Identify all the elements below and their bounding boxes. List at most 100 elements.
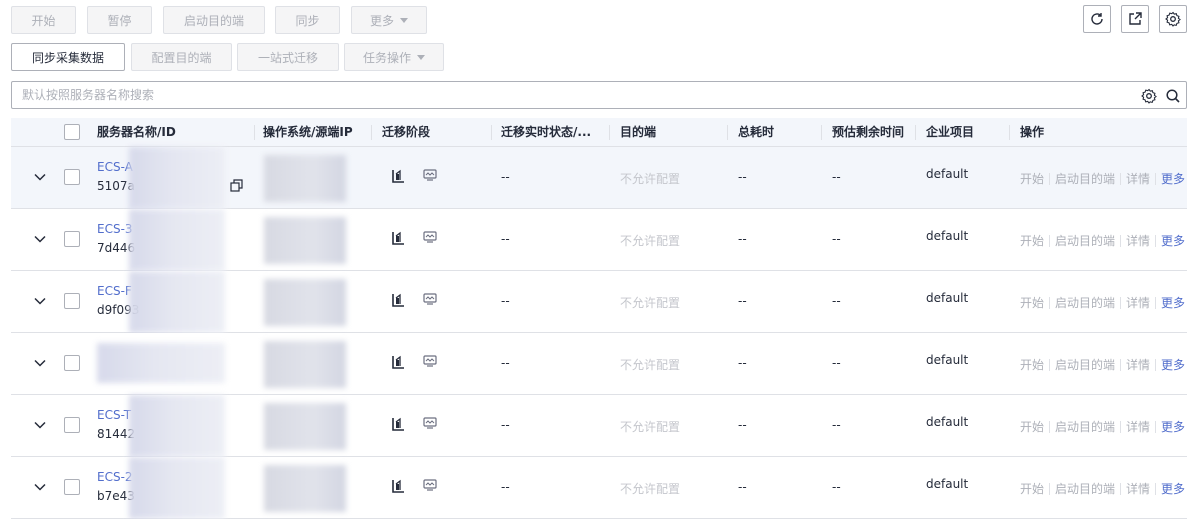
row-launch-target-link[interactable]: 启动目的端: [1055, 356, 1115, 373]
row-detail-link[interactable]: 详情: [1126, 170, 1150, 187]
row-detail-link[interactable]: 详情: [1126, 356, 1150, 373]
more-dropdown[interactable]: 更多: [351, 6, 427, 34]
row-more-link[interactable]: 更多: [1161, 480, 1185, 497]
server-name-link[interactable]: ECS-T: [97, 408, 131, 422]
search-button[interactable]: [1164, 87, 1182, 105]
sync-collect-data-button[interactable]: 同步采集数据: [11, 43, 125, 71]
col-header-action: 操作: [1020, 125, 1045, 139]
migration-status: --: [501, 480, 510, 494]
row-start-link[interactable]: 开始: [1020, 170, 1044, 187]
monitor-icon[interactable]: [423, 355, 437, 367]
migration-phase-icon[interactable]: [391, 355, 405, 369]
chevron-down-icon[interactable]: [33, 232, 47, 246]
chevron-down-icon[interactable]: [33, 356, 47, 370]
row-checkbox[interactable]: [64, 293, 80, 309]
col-header-project: 企业项目: [926, 125, 975, 139]
search-icon: [1166, 89, 1180, 103]
row-detail-link[interactable]: 详情: [1126, 418, 1150, 435]
row-start-link[interactable]: 开始: [1020, 418, 1044, 435]
task-ops-dropdown[interactable]: 任务操作: [344, 43, 444, 71]
start-button[interactable]: 开始: [11, 6, 76, 34]
column-divider: [915, 125, 916, 140]
row-launch-target-link[interactable]: 启动目的端: [1055, 232, 1115, 249]
row-more-link[interactable]: 更多: [1161, 294, 1185, 311]
server-name-link[interactable]: ECS-2: [97, 470, 133, 484]
migration-phase-icon[interactable]: [391, 417, 405, 431]
row-more-link[interactable]: 更多: [1161, 356, 1185, 373]
server-name-link[interactable]: ECS-A: [97, 160, 133, 174]
remaining-time: --: [832, 418, 841, 432]
launch-target-button[interactable]: 启动目的端: [163, 6, 265, 34]
table-row[interactable]: ECS-2 b7e43 -- 不允许配置 -- -- default 开始 启动…: [11, 457, 1187, 519]
row-actions: 开始 启动目的端 详情 更多: [1020, 170, 1185, 187]
config-target-button[interactable]: 配置目的端: [131, 43, 232, 71]
row-checkbox[interactable]: [64, 355, 80, 371]
row-launch-target-link[interactable]: 启动目的端: [1055, 480, 1115, 497]
monitor-icon[interactable]: [423, 293, 437, 305]
remaining-time: --: [832, 294, 841, 308]
col-header-name: 服务器名称/ID: [97, 125, 176, 139]
row-detail-link[interactable]: 详情: [1126, 294, 1150, 311]
table-row[interactable]: ECS-A 5107a -- 不允许配置 -- -- default 开始 启动…: [11, 147, 1187, 209]
divider: [1155, 358, 1157, 371]
table-row[interactable]: ECS-3 7d446 -- 不允许配置 -- -- default 开始 启动…: [11, 209, 1187, 271]
monitor-icon[interactable]: [423, 231, 437, 243]
divider: [1049, 420, 1051, 433]
table-row[interactable]: ECS-F d9f093 -- 不允许配置 -- -- default 开始 启…: [11, 271, 1187, 333]
migration-phase-icon[interactable]: [391, 293, 405, 307]
row-start-link[interactable]: 开始: [1020, 356, 1044, 373]
total-time: --: [738, 418, 747, 432]
server-name-link[interactable]: ECS-3: [97, 222, 133, 236]
refresh-button[interactable]: [1083, 5, 1111, 33]
select-all-checkbox[interactable]: [64, 124, 80, 140]
row-more-link[interactable]: 更多: [1161, 232, 1185, 249]
monitor-icon[interactable]: [423, 417, 437, 429]
chevron-down-icon[interactable]: [33, 294, 47, 308]
migration-phase-icon[interactable]: [391, 231, 405, 245]
chevron-down-icon[interactable]: [33, 418, 47, 432]
redacted-area: [264, 155, 346, 202]
table-row[interactable]: -- 不允许配置 -- -- default 开始 启动目的端 详情 更多: [11, 333, 1187, 395]
enterprise-project: default: [926, 415, 969, 429]
row-checkbox[interactable]: [64, 169, 80, 185]
monitor-icon[interactable]: [423, 169, 437, 181]
redacted-area: [264, 465, 346, 512]
row-launch-target-link[interactable]: 启动目的端: [1055, 170, 1115, 187]
chevron-down-icon[interactable]: [33, 170, 47, 184]
column-divider: [1009, 125, 1010, 140]
row-detail-link[interactable]: 详情: [1126, 232, 1150, 249]
row-start-link[interactable]: 开始: [1020, 480, 1044, 497]
table-row[interactable]: ECS-T 81442 -- 不允许配置 -- -- default 开始 启动…: [11, 395, 1187, 457]
row-checkbox[interactable]: [64, 479, 80, 495]
target-config: 不允许配置: [620, 172, 681, 186]
column-divider: [727, 125, 728, 140]
row-checkbox[interactable]: [64, 417, 80, 433]
export-icon: [1129, 12, 1142, 25]
monitor-icon[interactable]: [423, 479, 437, 491]
row-start-link[interactable]: 开始: [1020, 232, 1044, 249]
total-time: --: [738, 480, 747, 494]
server-name-link[interactable]: ECS-F: [97, 284, 132, 298]
row-actions: 开始 启动目的端 详情 更多: [1020, 480, 1185, 497]
migration-phase-icon[interactable]: [391, 479, 405, 493]
row-launch-target-link[interactable]: 启动目的端: [1055, 294, 1115, 311]
row-checkbox[interactable]: [64, 231, 80, 247]
chevron-down-icon[interactable]: [33, 480, 47, 494]
target-config: 不允许配置: [620, 296, 681, 310]
settings-button[interactable]: [1159, 5, 1187, 33]
migration-phase-icon[interactable]: [391, 169, 405, 183]
one-stop-migration-button[interactable]: 一站式迁移: [237, 43, 339, 71]
row-more-link[interactable]: 更多: [1161, 170, 1185, 187]
divider: [1049, 482, 1051, 495]
row-start-link[interactable]: 开始: [1020, 294, 1044, 311]
sync-button[interactable]: 同步: [275, 6, 340, 34]
row-detail-link[interactable]: 详情: [1126, 480, 1150, 497]
copy-icon[interactable]: [230, 179, 243, 192]
redacted-area: [264, 217, 346, 264]
pause-button[interactable]: 暂停: [87, 6, 152, 34]
search-settings-button[interactable]: [1140, 87, 1158, 105]
row-launch-target-link[interactable]: 启动目的端: [1055, 418, 1115, 435]
export-button[interactable]: [1121, 5, 1149, 33]
row-more-link[interactable]: 更多: [1161, 418, 1185, 435]
search-input[interactable]: [20, 86, 1120, 104]
